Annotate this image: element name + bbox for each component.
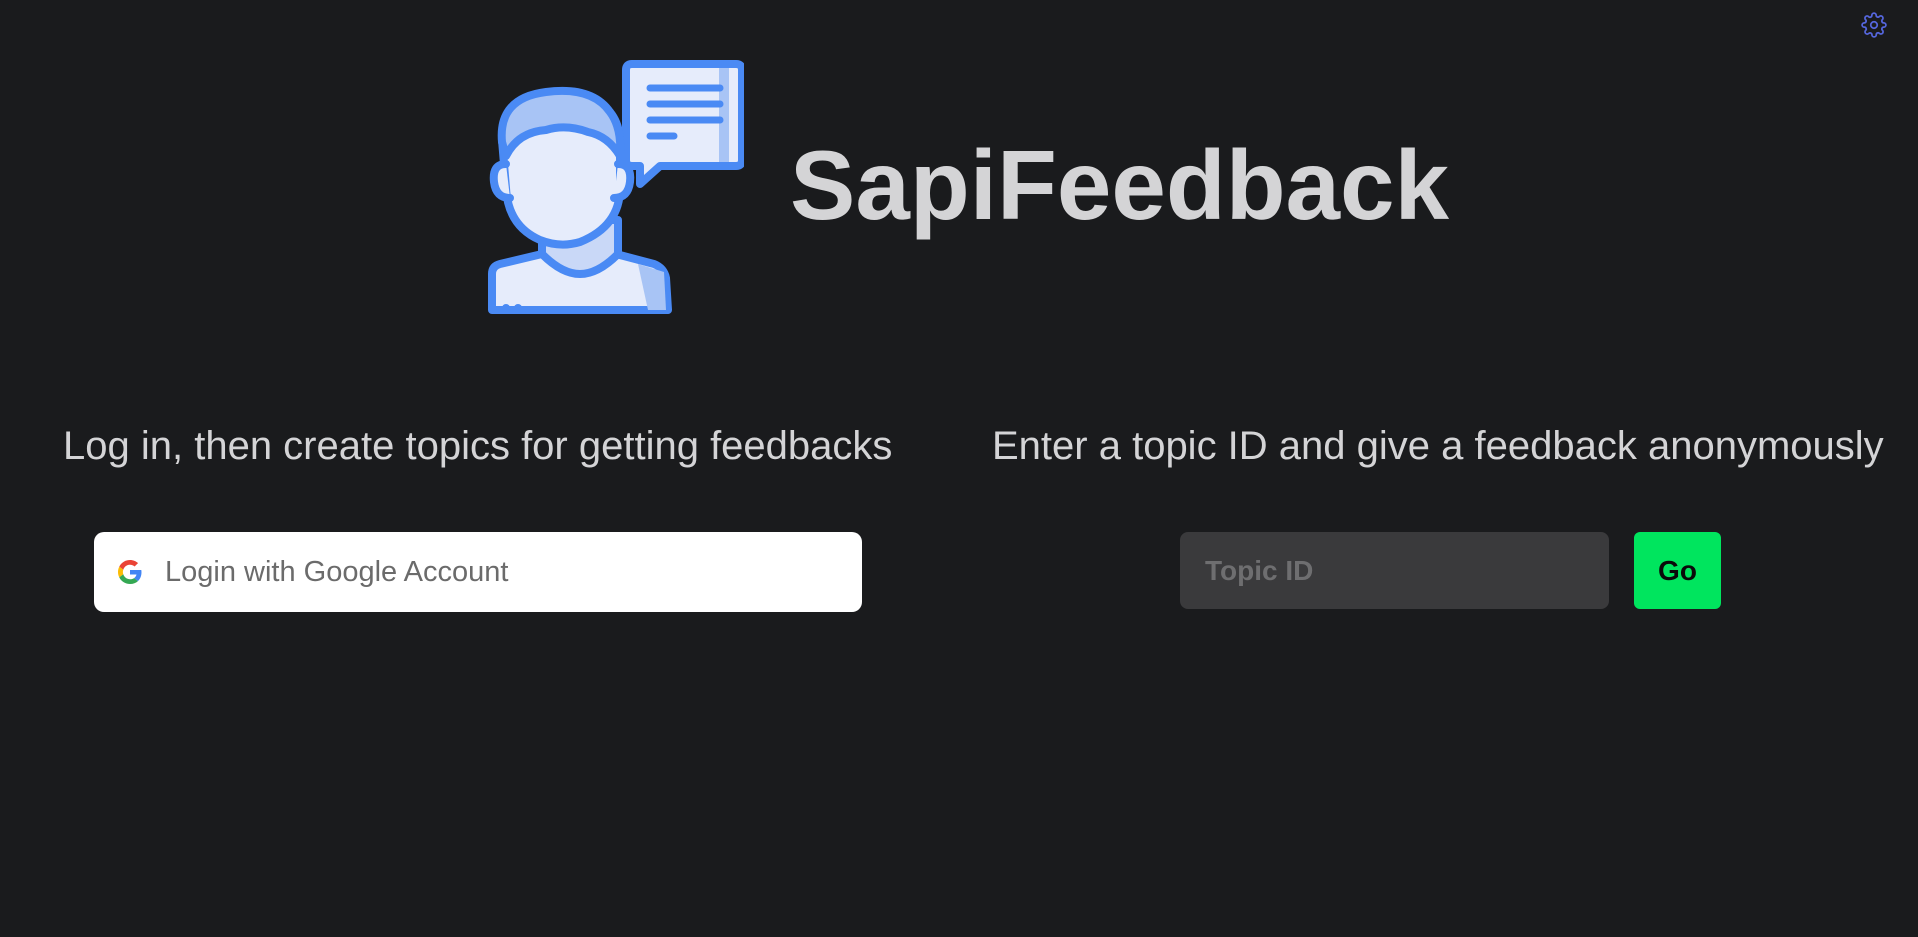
- google-g-icon: [117, 559, 143, 585]
- person-speech-bubble-icon: [488, 60, 744, 314]
- anonymous-tagline: Enter a topic ID and give a feedback ano…: [992, 424, 1884, 468]
- landing-page: SapiFeedback Log in, then create topics …: [0, 0, 1918, 937]
- settings-button[interactable]: [1860, 11, 1888, 39]
- google-login-label: Login with Google Account: [165, 555, 509, 588]
- go-button[interactable]: Go: [1634, 532, 1721, 609]
- gear-icon: [1861, 12, 1887, 38]
- topic-id-input[interactable]: [1180, 532, 1609, 609]
- google-login-button[interactable]: Login with Google Account: [94, 532, 862, 612]
- app-title: SapiFeedback: [790, 130, 1450, 240]
- login-tagline: Log in, then create topics for getting f…: [63, 424, 893, 468]
